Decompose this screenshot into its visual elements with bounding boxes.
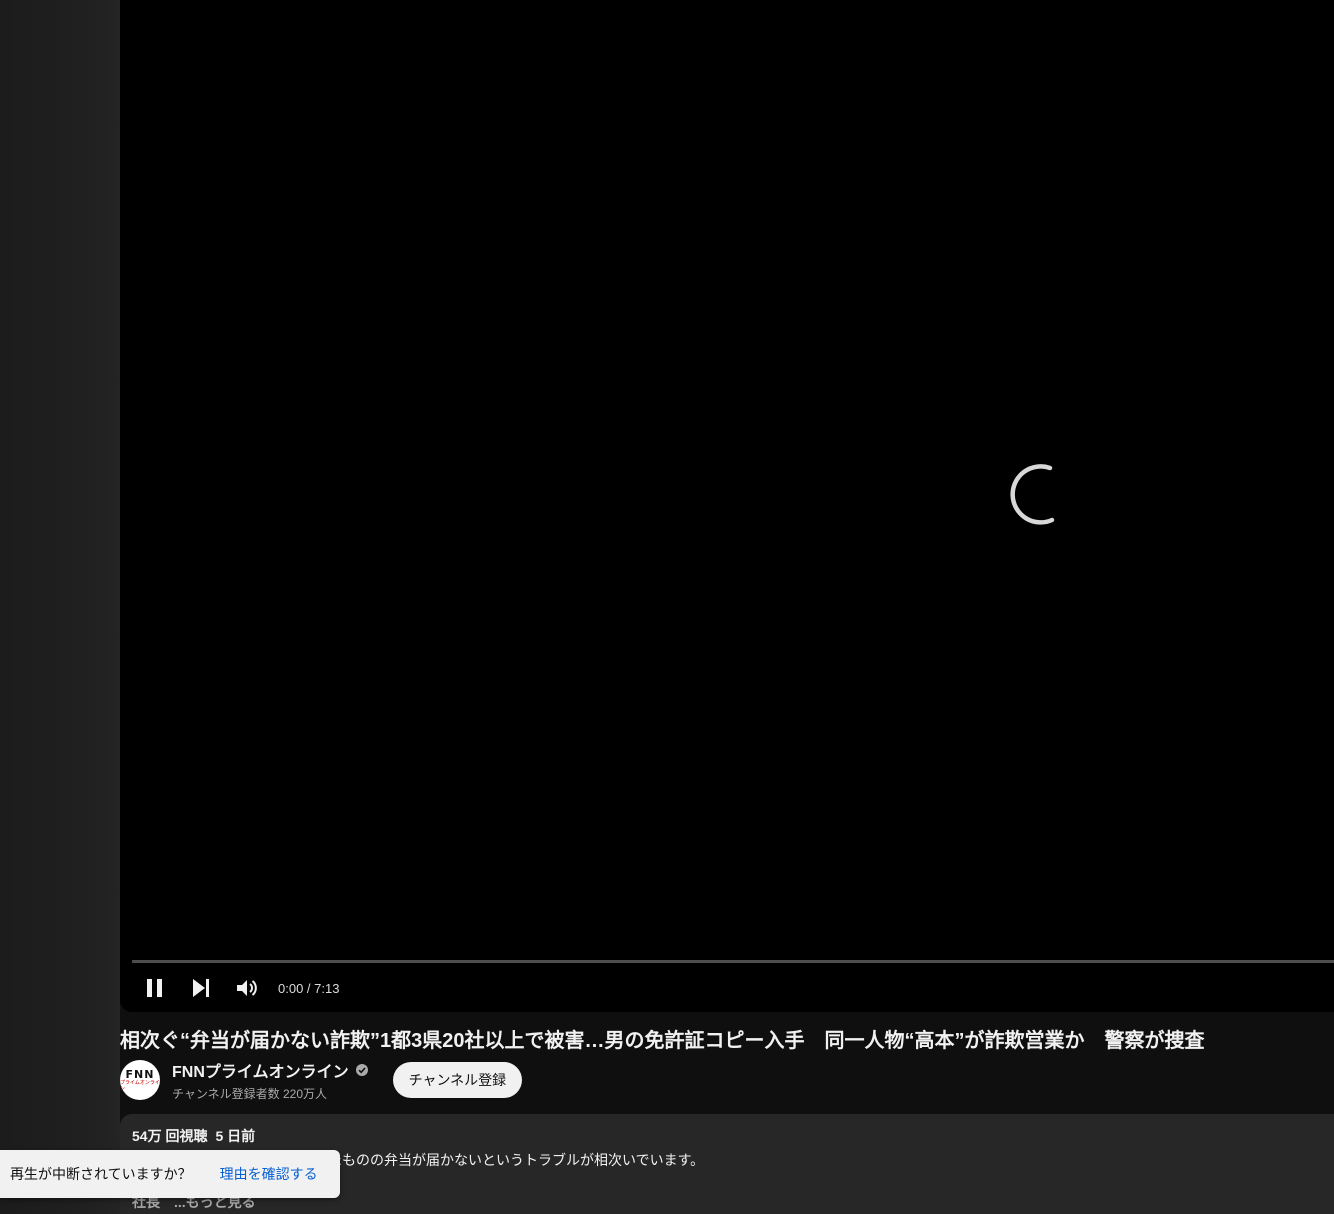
next-button[interactable]	[178, 970, 224, 1006]
skip-next-icon	[193, 979, 209, 997]
subscribe-button[interactable]: チャンネル登録	[392, 1062, 523, 1098]
video-title: 相次ぐ“弁当が届かない詐欺”1都3県20社以上で被害…男の免許証コピー入手 同一…	[120, 1030, 1205, 1052]
volume-button[interactable]	[224, 970, 270, 1006]
view-count: 54万 回視聴	[132, 1128, 208, 1144]
verified-check-icon	[355, 1064, 368, 1076]
time-display: 0:00 / 7:13	[278, 980, 340, 996]
toast-message: 再生が中断されていますか？	[10, 1166, 192, 1182]
subscriber-count: チャンネル登録者数 220万人	[172, 1087, 327, 1101]
avatar-logo-text: FNN	[125, 1067, 155, 1081]
channel-name[interactable]: FNNプライムオンライン	[172, 1058, 349, 1082]
toast-reason-link[interactable]: 理由を確認する	[220, 1164, 318, 1184]
video-player[interactable]: 0:00 / 7:13	[120, 0, 1334, 1012]
avatar-logo-subtext: プライムオンライン	[120, 1079, 160, 1092]
owner-row: FNN プライムオンライン FNNプライムオンライン チャンネル登録者数 220…	[120, 1058, 523, 1102]
upload-date: 5 日前	[215, 1128, 256, 1144]
description-meta: 54万 回視聴 5 日前	[132, 1126, 1322, 1146]
progress-bar[interactable]	[132, 960, 1334, 963]
channel-name-row: FNNプライムオンライン	[172, 1058, 369, 1082]
pause-icon	[147, 979, 162, 997]
pause-button[interactable]	[132, 970, 178, 1006]
channel-avatar[interactable]: FNN プライムオンライン	[120, 1060, 160, 1100]
playback-interrupted-toast: 再生が中断されていますか？ 理由を確認する	[0, 1150, 340, 1198]
volume-icon	[237, 980, 257, 996]
player-controls: 0:00 / 7:13	[132, 970, 1334, 1006]
left-gutter	[0, 0, 120, 1214]
loading-spinner-icon	[1010, 464, 1055, 525]
channel-info: FNNプライムオンライン チャンネル登録者数 220万人	[172, 1058, 369, 1102]
